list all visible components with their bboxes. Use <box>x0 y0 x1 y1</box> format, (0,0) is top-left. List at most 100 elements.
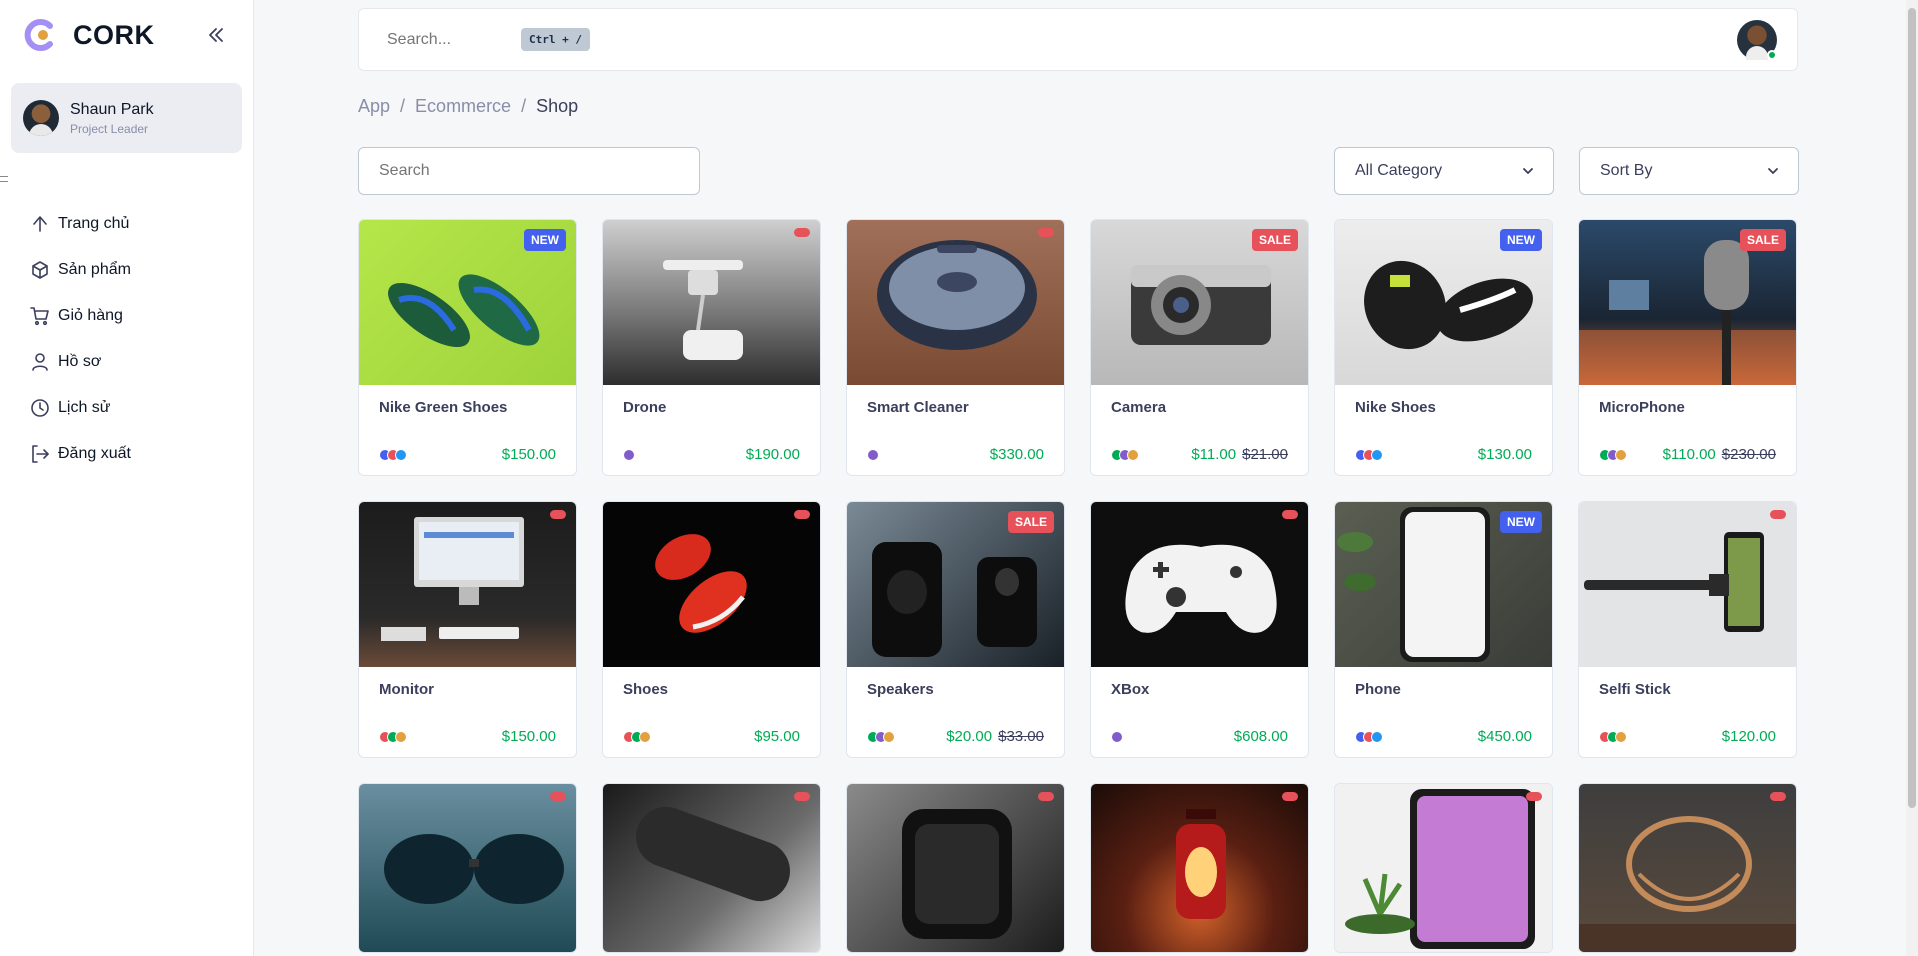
product-search-input[interactable] <box>358 147 700 195</box>
sale-badge: SALE <box>1251 229 1298 251</box>
status-badge <box>550 510 566 519</box>
product-card[interactable] <box>602 783 821 953</box>
profile-name: Shaun Park <box>70 100 154 118</box>
product-name: Camera <box>1111 399 1167 416</box>
status-badge <box>1038 228 1054 237</box>
product-image <box>1335 784 1552 952</box>
color-swatch[interactable] <box>1371 730 1383 743</box>
product-card[interactable]: NEW Nike Green Shoes $150.00 <box>358 219 577 476</box>
product-image <box>1579 502 1796 667</box>
product-price: $150.00 <box>501 446 556 463</box>
scrollbar[interactable] <box>1906 0 1918 956</box>
user-profile-card[interactable]: Shaun Park Project Leader <box>11 83 242 153</box>
clock-icon <box>31 399 49 417</box>
product-card[interactable]: Selfi Stick $120.00 <box>1578 501 1797 758</box>
product-card[interactable]: SALE Camera $11.00 $21.00 <box>1090 219 1309 476</box>
sidebar-item-cart[interactable]: Giỏ hàng <box>0 293 253 339</box>
brand-name[interactable]: CORK <box>73 20 155 51</box>
sidebar-item-logout[interactable]: Đăng xuất <box>0 431 253 477</box>
product-price: $95.00 <box>754 728 800 745</box>
product-image <box>1091 784 1308 952</box>
product-card[interactable] <box>846 783 1065 953</box>
product-name: Phone <box>1355 681 1401 698</box>
color-options <box>379 448 407 461</box>
sidebar-item-home[interactable]: Trang chủ <box>0 201 253 247</box>
status-badge <box>794 792 810 801</box>
color-swatch[interactable] <box>1615 730 1627 743</box>
product-name: Monitor <box>379 681 434 698</box>
product-card[interactable] <box>358 783 577 953</box>
sidebar-item-history[interactable]: Lịch sử <box>0 385 253 431</box>
product-card[interactable]: Drone $190.00 <box>602 219 821 476</box>
product-image <box>847 784 1064 952</box>
product-card[interactable]: XBox $608.00 <box>1090 501 1309 758</box>
user-avatar-button[interactable] <box>1737 19 1777 60</box>
color-options <box>379 730 407 743</box>
color-swatch[interactable] <box>867 448 879 461</box>
color-swatch[interactable] <box>883 730 895 743</box>
product-image <box>603 784 820 952</box>
brand-logo-icon[interactable] <box>24 18 58 52</box>
sidebar-item-label: Trang chủ <box>58 215 130 232</box>
product-card[interactable]: SALE Speakers $20.00 $33.00 <box>846 501 1065 758</box>
color-swatch[interactable] <box>1615 448 1627 461</box>
color-swatch[interactable] <box>1371 448 1383 461</box>
color-swatch[interactable] <box>395 730 407 743</box>
sidebar-item-label: Lịch sử <box>58 399 111 416</box>
category-select[interactable]: All Category <box>1334 147 1554 195</box>
color-swatch[interactable] <box>395 448 407 461</box>
product-card[interactable]: Shoes $95.00 <box>602 501 821 758</box>
color-swatch[interactable] <box>639 730 651 743</box>
status-badge <box>1282 510 1298 519</box>
product-old-price: $21.00 <box>1242 446 1288 463</box>
product-card[interactable]: Monitor $150.00 <box>358 501 577 758</box>
color-swatch[interactable] <box>1127 448 1139 461</box>
new-badge: NEW <box>1500 511 1542 533</box>
breadcrumb: App / Ecommerce / Shop <box>358 96 578 117</box>
new-badge: NEW <box>524 229 566 251</box>
product-price: $11.00 <box>1191 446 1237 463</box>
product-card[interactable]: NEW Phone $450.00 <box>1334 501 1553 758</box>
scrollbar-thumb[interactable] <box>1908 8 1916 808</box>
sidebar-item-profile[interactable]: Hồ sơ <box>0 339 253 385</box>
product-card[interactable]: SALE MicroPhone $110.00 $230.00 <box>1578 219 1797 476</box>
product-card[interactable] <box>1334 783 1553 953</box>
sort-select-value: Sort By <box>1600 162 1653 179</box>
product-name: Speakers <box>867 681 934 698</box>
product-price: $130.00 <box>1477 446 1532 463</box>
product-name: Drone <box>623 399 667 416</box>
product-card[interactable] <box>1578 783 1797 953</box>
color-options <box>1111 730 1123 743</box>
product-card[interactable] <box>1090 783 1309 953</box>
chevron-down-icon <box>1768 168 1778 174</box>
box-icon <box>32 261 48 279</box>
sale-badge: SALE <box>1007 511 1054 533</box>
breadcrumb-app[interactable]: App <box>358 96 390 117</box>
product-card[interactable]: Smart Cleaner $330.00 <box>846 219 1065 476</box>
top-header: Ctrl + / <box>358 8 1798 71</box>
product-image <box>603 220 820 385</box>
color-options <box>1355 448 1383 461</box>
status-badge <box>794 510 810 519</box>
status-badge <box>1770 792 1786 801</box>
color-swatch[interactable] <box>1111 730 1123 743</box>
product-price: $110.00 <box>1662 446 1716 463</box>
product-grid: NEW Nike Green Shoes $150.00 Drone $190.… <box>358 219 1798 953</box>
product-name: Selfi Stick <box>1599 681 1671 698</box>
sidebar-item-products[interactable]: Sản phẩm <box>0 247 253 293</box>
profile-role: Project Leader <box>70 121 149 136</box>
product-card[interactable]: NEW Nike Shoes $130.00 <box>1334 219 1553 476</box>
global-search-input[interactable] <box>387 30 507 49</box>
breadcrumb-shop: Shop <box>536 96 579 116</box>
user-icon <box>32 353 48 371</box>
product-name: MicroPhone <box>1599 399 1685 416</box>
sort-select[interactable]: Sort By <box>1579 147 1799 195</box>
color-options <box>1111 448 1139 461</box>
breadcrumb-ecommerce[interactable]: Ecommerce <box>415 96 511 117</box>
collapse-sidebar-icon[interactable] <box>205 24 227 46</box>
color-swatch[interactable] <box>623 448 635 461</box>
color-options <box>1599 448 1627 461</box>
product-name: Shoes <box>623 681 669 698</box>
product-name: Nike Green Shoes <box>379 399 508 416</box>
product-price: $150.00 <box>501 728 556 745</box>
